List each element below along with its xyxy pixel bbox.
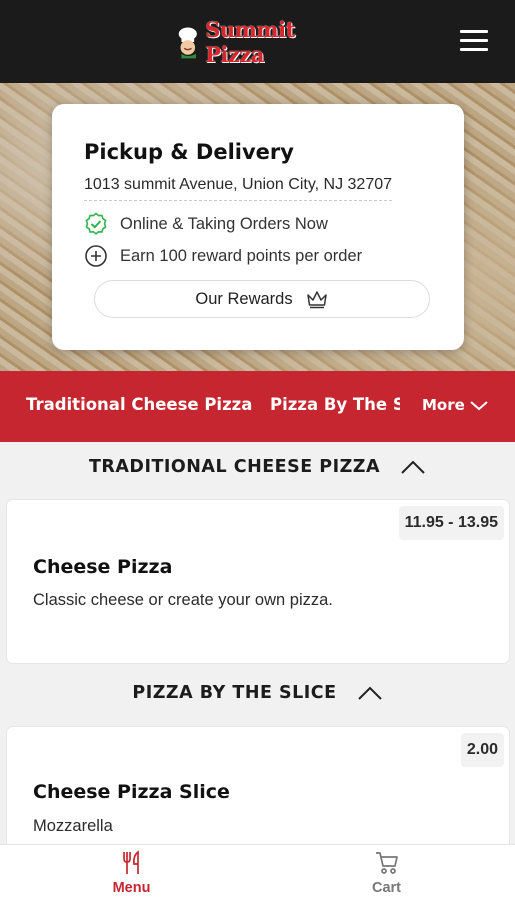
location-address[interactable]: 1013 summit Avenue, Union City, NJ 32707 <box>84 176 393 201</box>
fork-knife-icon <box>122 850 139 874</box>
bottom-nav: Menu Cart <box>0 844 515 901</box>
location-card: Pickup & Delivery 1013 summit Avenue, Un… <box>52 104 464 350</box>
menu-item-card[interactable]: 11.95 - 13.95 Cheese Pizza Classic chees… <box>7 500 509 663</box>
item-price: 11.95 - 13.95 <box>398 506 504 540</box>
category-tab-traditional-cheese-pizza[interactable]: Traditional Cheese Pizza <box>26 395 252 414</box>
chevron-up-icon <box>357 686 382 700</box>
tab-cart-label: Cart <box>371 880 401 896</box>
crown-icon <box>306 291 327 309</box>
section-header-pizza-by-the-slice[interactable]: PIZZA BY THE SLICE <box>0 668 515 718</box>
category-tab-pizza-by-the-slice[interactable]: Pizza By The Slice <box>270 395 400 414</box>
hamburger-menu-button[interactable] <box>460 30 488 52</box>
section-title: PIZZA BY THE SLICE <box>132 683 337 703</box>
status-row: Online & Taking Orders Now <box>84 212 328 236</box>
item-name: Cheese Pizza <box>33 556 173 578</box>
item-description: Classic cheese or create your own pizza. <box>33 591 333 609</box>
hamburger-icon <box>460 30 488 33</box>
tab-menu-label: Menu <box>112 880 151 896</box>
rewards-info-row: Earn 100 reward points per order <box>84 244 362 268</box>
logo[interactable]: Summit Pizza <box>176 17 346 67</box>
our-rewards-button[interactable]: Our Rewards <box>94 280 430 318</box>
logo-text: Summit Pizza <box>205 17 295 67</box>
more-label: More <box>422 396 465 414</box>
status-text: Online & Taking Orders Now <box>120 214 328 233</box>
plus-circle-icon <box>85 245 107 267</box>
item-description: Mozzarella <box>33 817 113 835</box>
category-nav: Traditional Cheese Pizza Pizza By The Sl… <box>0 371 515 442</box>
category-more-button[interactable]: More <box>420 396 489 414</box>
top-bar: Summit Pizza <box>0 0 515 83</box>
item-price: 2.00 <box>460 733 504 767</box>
chef-logo-icon <box>178 27 197 59</box>
rewards-button-label: Our Rewards <box>195 289 293 308</box>
chevron-down-icon <box>470 401 488 411</box>
cart-icon <box>375 852 398 874</box>
check-badge-icon <box>85 212 107 235</box>
location-title: Pickup & Delivery <box>84 140 294 164</box>
section-title: TRADITIONAL CHEESE PIZZA <box>88 457 381 477</box>
tab-menu[interactable]: Menu <box>3 845 260 901</box>
tab-cart[interactable]: Cart <box>258 845 515 901</box>
item-name: Cheese Pizza Slice <box>33 781 230 803</box>
chevron-up-icon <box>401 460 425 474</box>
section-header-traditional-cheese-pizza[interactable]: TRADITIONAL CHEESE PIZZA <box>0 442 515 492</box>
rewards-info-text: Earn 100 reward points per order <box>120 246 363 265</box>
